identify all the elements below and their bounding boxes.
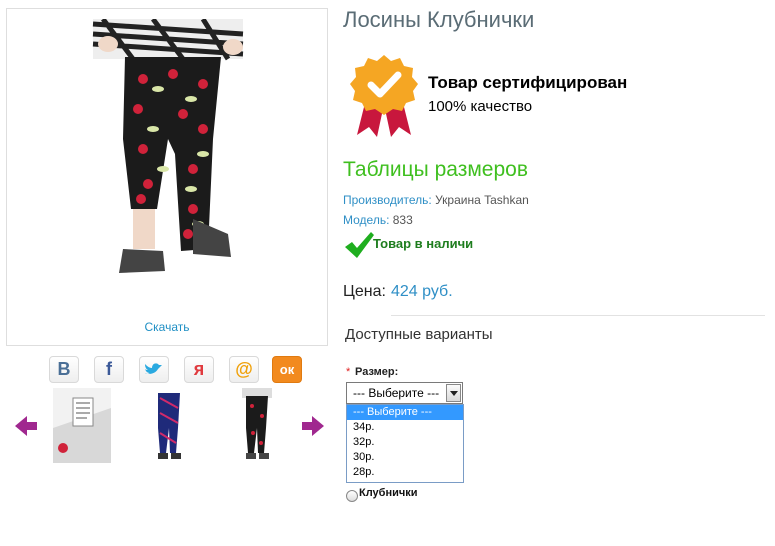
thumbnail-prev-arrow-icon[interactable] — [14, 414, 38, 438]
odnoklassniki-icon: ок — [279, 362, 295, 377]
odnoklassniki-share-button[interactable]: ок — [272, 356, 302, 383]
price-label: Цена: — [343, 283, 386, 300]
download-link[interactable]: Скачать — [7, 320, 327, 334]
manufacturer-value: Украина Tashkan — [431, 193, 529, 207]
size-select[interactable]: --- Выберите --- — [346, 382, 463, 404]
twitter-share-button[interactable] — [139, 356, 169, 383]
color-radio-label: Клубнички — [359, 487, 418, 499]
model-value: 833 — [389, 213, 413, 227]
in-stock-check-icon — [345, 232, 374, 258]
required-mark: * — [346, 366, 351, 378]
product-photo[interactable] — [53, 19, 283, 315]
product-image-frame[interactable]: Скачать — [6, 8, 328, 346]
stock-status: Товар в наличи — [373, 236, 474, 251]
certificate-title: Товар сертифицирован — [428, 73, 628, 92]
mailru-icon: @ — [235, 359, 253, 379]
twitter-icon — [145, 362, 162, 374]
product-title: Лосины Клубнички — [343, 7, 535, 32]
size-option[interactable]: 28р. — [347, 465, 463, 480]
thumbnail-2[interactable] — [140, 388, 198, 463]
manufacturer-row: Производитель: Украина Tashkan — [343, 193, 529, 207]
moimir-share-button[interactable]: я — [184, 356, 214, 383]
size-option[interactable]: 32р. — [347, 435, 463, 450]
certificate-subtitle: 100% качество — [428, 98, 533, 115]
model-row: Модель: 833 — [343, 213, 413, 227]
moimir-icon: я — [193, 359, 205, 379]
thumbnail-1[interactable] — [53, 388, 111, 463]
size-label: Размер: — [355, 366, 399, 378]
vk-share-button[interactable]: В — [49, 356, 79, 383]
facebook-icon: f — [106, 359, 112, 379]
divider — [391, 315, 765, 316]
manufacturer-link[interactable]: Производитель: — [343, 193, 432, 207]
mailru-share-button[interactable]: @ — [229, 356, 259, 383]
size-select-value: --- Выберите --- — [353, 386, 440, 400]
price-value: 424 руб. — [391, 283, 453, 300]
size-option[interactable]: 34р. — [347, 420, 463, 435]
thumbnail-next-arrow-icon[interactable] — [301, 414, 325, 438]
model-label: Модель: — [343, 213, 390, 227]
facebook-share-button[interactable]: f — [94, 356, 124, 383]
vk-icon: В — [57, 359, 71, 379]
variants-title: Доступные варианты — [345, 326, 493, 343]
size-table-link[interactable]: Таблицы размеров — [343, 158, 528, 182]
thumbnail-3[interactable] — [228, 388, 286, 463]
size-option[interactable]: --- Выберите --- — [347, 405, 463, 420]
size-option[interactable]: 30р. — [347, 450, 463, 465]
size-dropdown-list[interactable]: --- Выберите --- 34р. 32р. 30р. 28р. — [346, 404, 464, 483]
chevron-down-icon[interactable] — [446, 384, 461, 402]
certificate-badge-icon — [350, 55, 418, 137]
color-radio[interactable] — [346, 490, 358, 502]
